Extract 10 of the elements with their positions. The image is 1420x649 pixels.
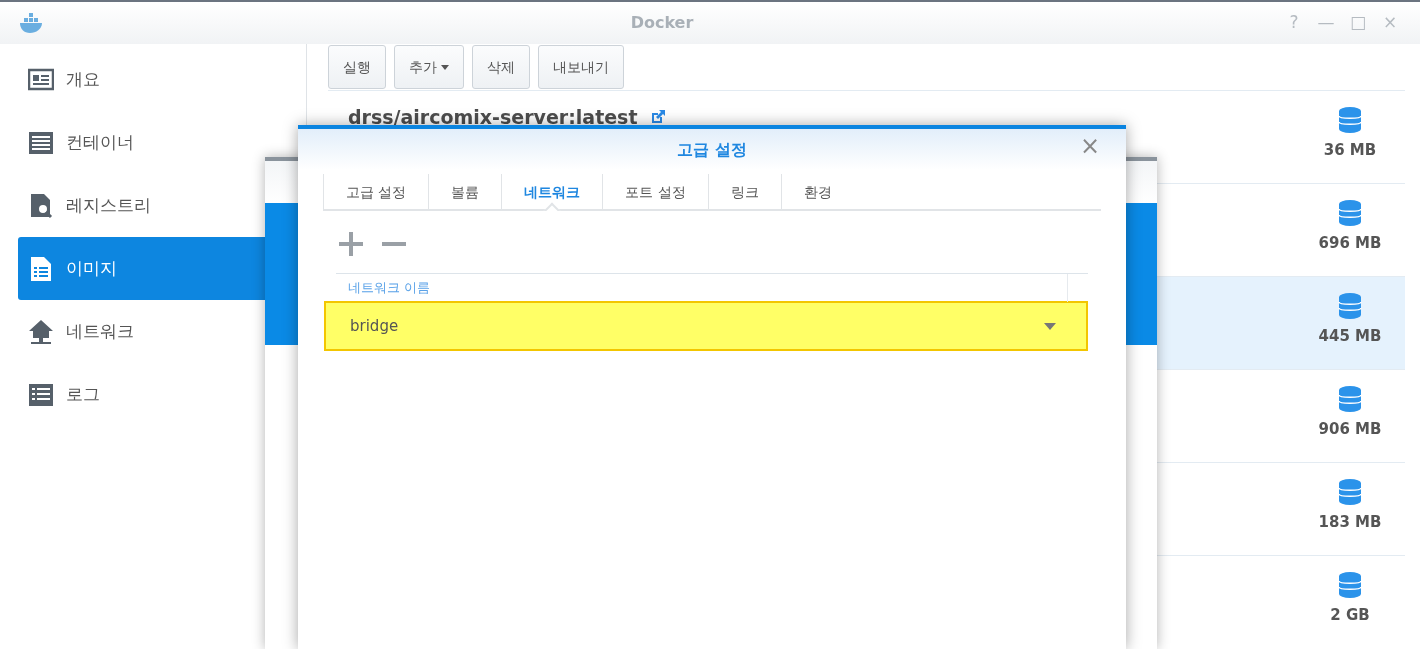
- image-size: 906 MB: [1318, 419, 1382, 440]
- image-size: 445 MB: [1318, 326, 1382, 347]
- image-size: 696 MB: [1318, 233, 1382, 254]
- image-size: 2 GB: [1330, 605, 1370, 626]
- dialog-title: 고급 설정: [677, 138, 747, 161]
- image-size: 183 MB: [1318, 512, 1382, 533]
- image-size: 36 MB: [1323, 140, 1377, 161]
- column-header: 네트워크 이름: [347, 278, 432, 297]
- window-title: Docker: [629, 12, 695, 34]
- image-name: drss/aircomix-server:latest: [348, 105, 638, 130]
